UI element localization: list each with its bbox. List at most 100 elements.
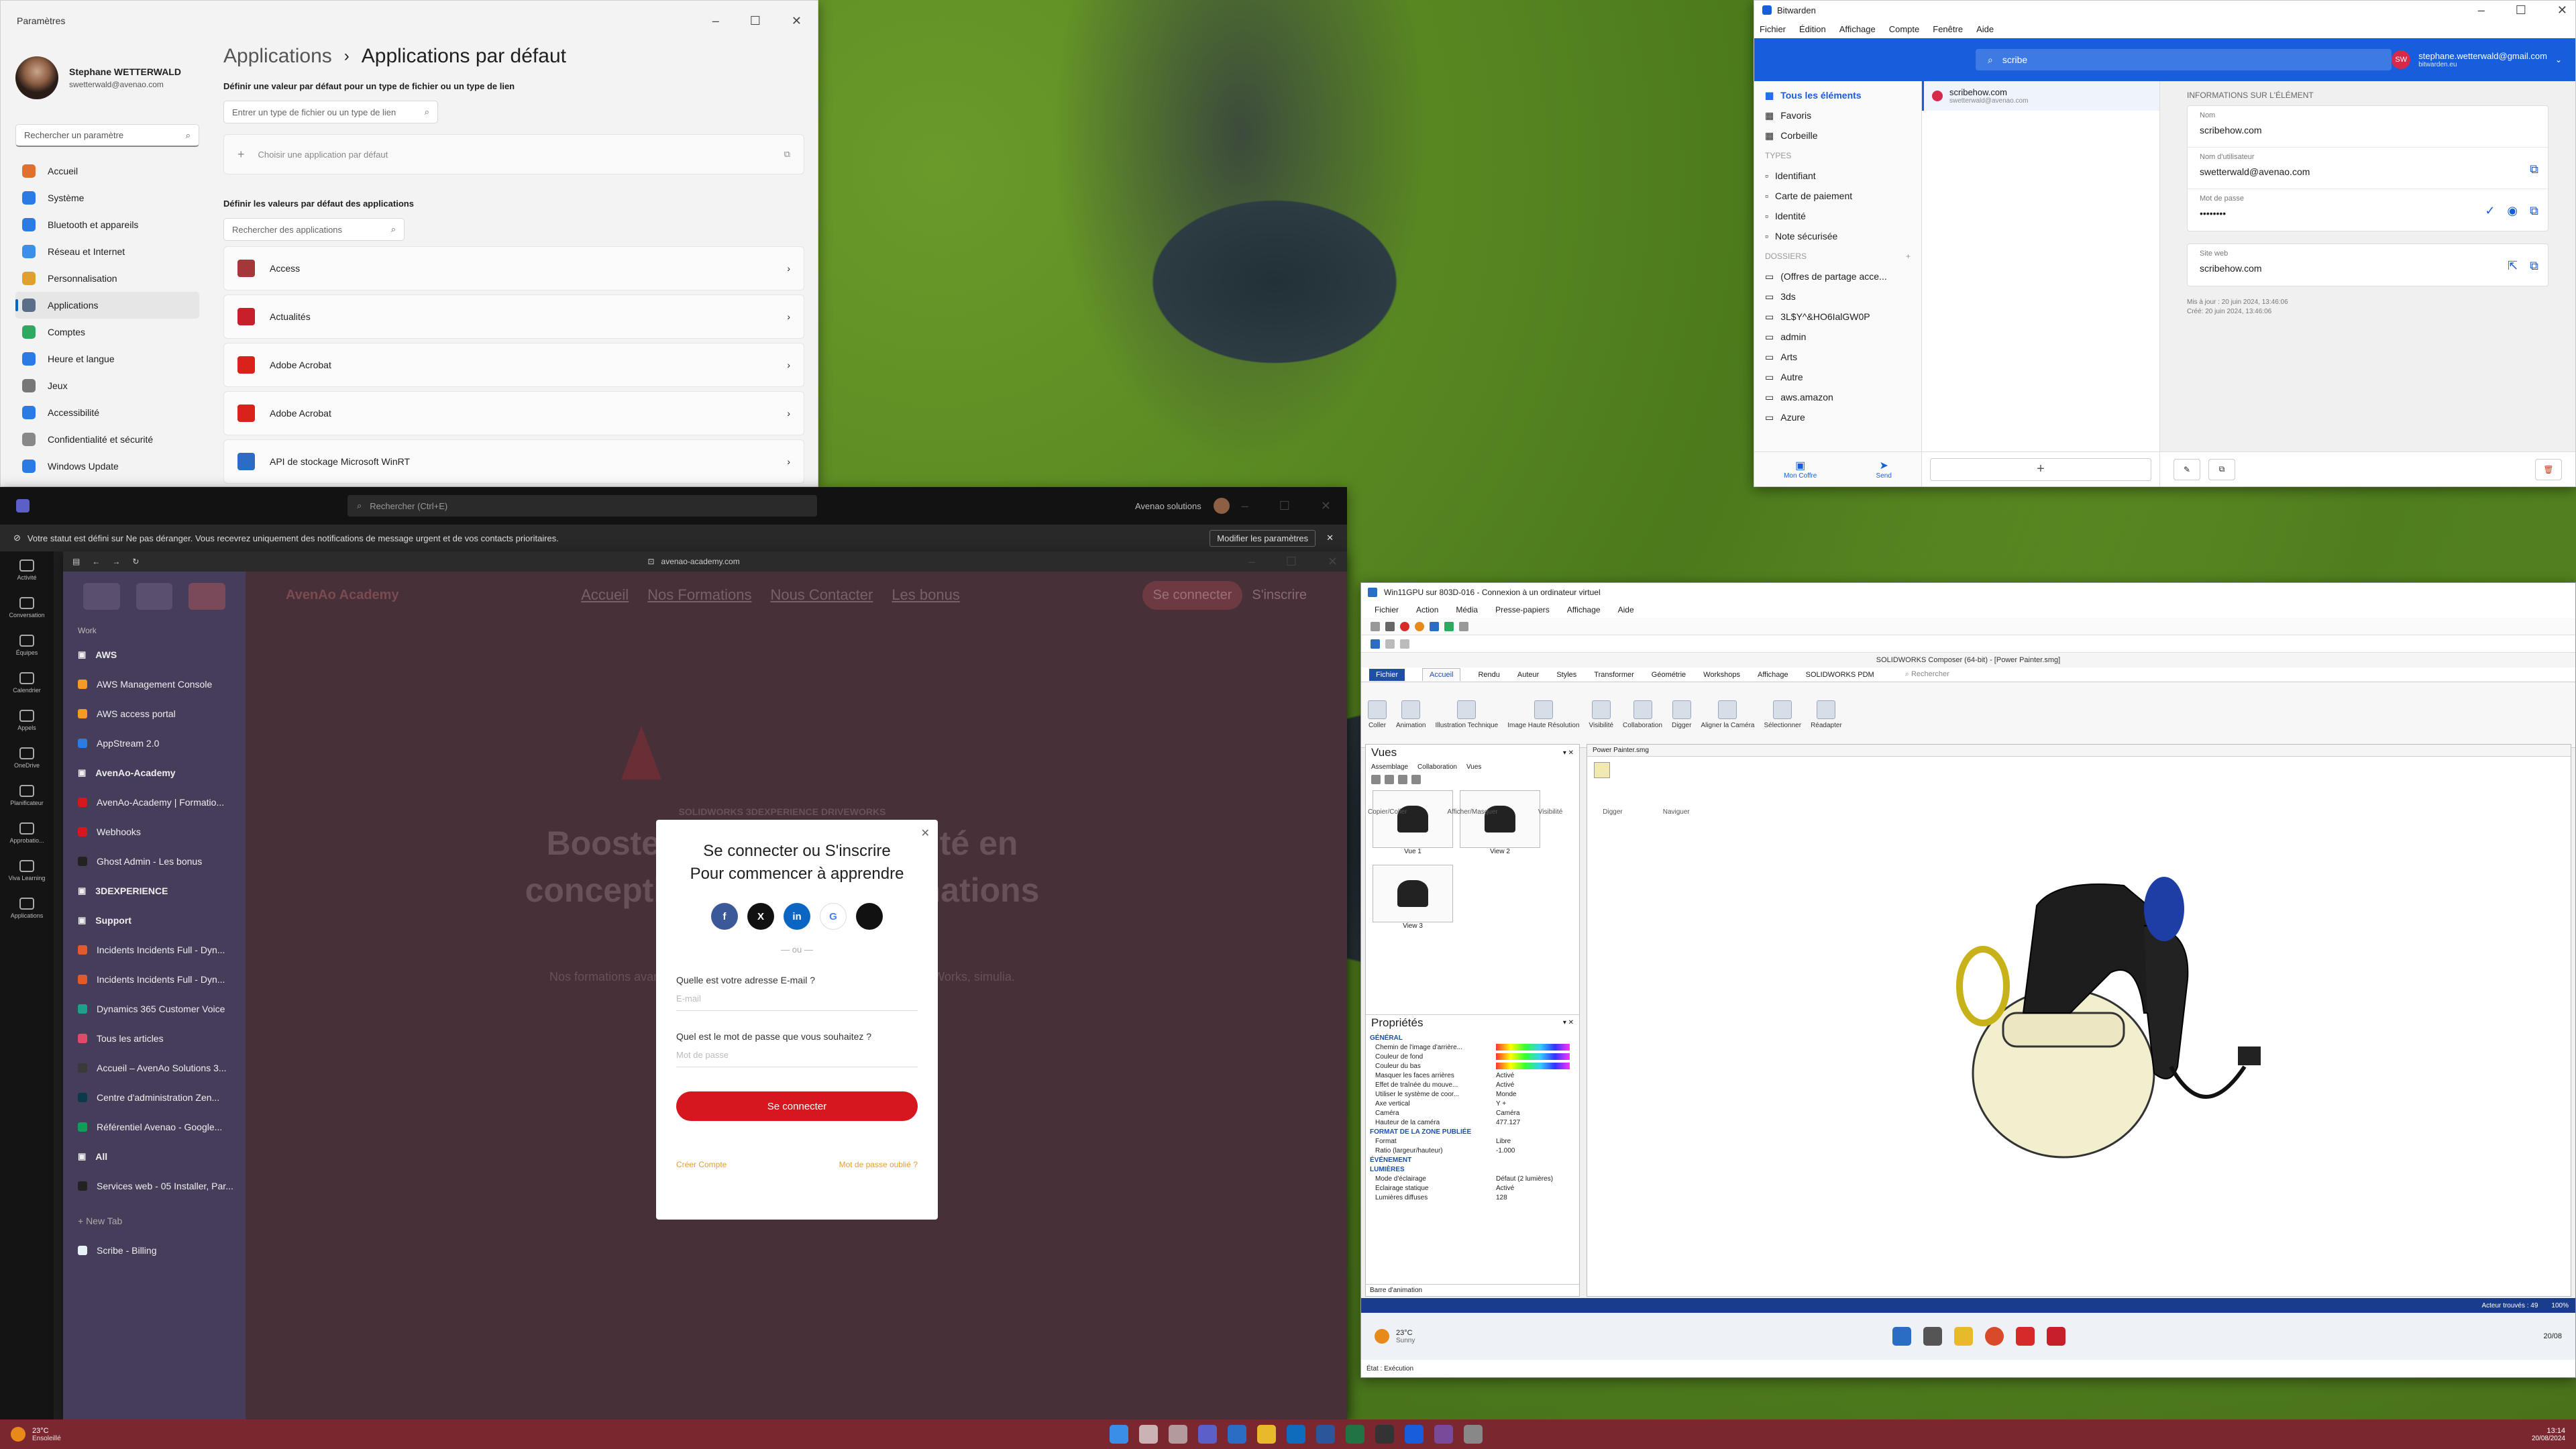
panel-controls[interactable]: ▾ ✕ (1563, 1019, 1574, 1026)
bitwarden-icon[interactable] (1405, 1425, 1424, 1444)
list-item[interactable]: Webhooks (63, 817, 246, 847)
list-item[interactable]: Tous les articles (63, 1024, 246, 1053)
forward-icon[interactable]: → (112, 557, 120, 566)
toolbar-icon[interactable] (1385, 621, 1395, 631)
property-row[interactable]: Format Libre (1366, 1136, 1579, 1146)
save-icon[interactable] (1371, 639, 1380, 649)
undo-icon[interactable] (1385, 639, 1395, 649)
type-item[interactable]: ▫ Identifiant (1754, 166, 1921, 186)
minimize-icon[interactable]: – (712, 14, 719, 28)
property-row[interactable]: Effet de traînée du mouve... Activé (1366, 1080, 1579, 1089)
vault-search-input[interactable]: ⌕ scribe (1976, 49, 2392, 70)
sidebar-item[interactable]: Applications (15, 292, 199, 319)
rail-item[interactable]: OneDrive (0, 739, 54, 777)
ribbon-tab[interactable]: Rendu (1478, 671, 1499, 679)
property-row[interactable]: Éclairage statique Activé (1366, 1183, 1579, 1193)
property-row[interactable]: Hauteur de la caméra 477.127 (1366, 1118, 1579, 1127)
workspace-label[interactable]: Work (63, 621, 246, 640)
sidebar-item[interactable]: Heure et langue (15, 345, 199, 372)
composer-icon[interactable] (2047, 1327, 2066, 1346)
start-icon[interactable] (1110, 1425, 1129, 1444)
add-item-button[interactable]: + (1930, 458, 2151, 481)
ribbon-search-input[interactable]: ⌕ Rechercher (1905, 670, 1949, 679)
folder-item[interactable]: ▭ Autre (1754, 367, 1921, 387)
arc-icon[interactable] (1434, 1425, 1454, 1444)
x-icon[interactable]: X (747, 903, 774, 930)
nav-link[interactable]: Accueil (581, 586, 629, 604)
pinned-tab[interactable] (136, 583, 173, 610)
tab-folder[interactable]: ▣ 3DEXPERIENCE (63, 876, 246, 906)
clock-time[interactable]: 13:14 (2532, 1427, 2565, 1435)
ribbon-button[interactable]: Réadapter (1811, 700, 1842, 729)
copy-icon[interactable]: ⧉ (2530, 162, 2538, 176)
ribbon-button[interactable]: Illustration Technique (1435, 700, 1498, 729)
copy-icon[interactable]: ⧉ (2530, 204, 2538, 218)
property-row[interactable]: Couleur de fond (1366, 1052, 1579, 1061)
sidebar-item[interactable]: Accueil (15, 158, 199, 184)
check-icon[interactable]: ✓ (2485, 204, 2495, 218)
linkedin-icon[interactable]: in (784, 903, 810, 930)
pinned-tab[interactable] (83, 583, 120, 610)
facebook-icon[interactable]: f (711, 903, 738, 930)
rail-item[interactable]: Conversation (0, 589, 54, 627)
ribbon-tab[interactable]: Styles (1556, 671, 1576, 679)
avatar[interactable] (1213, 498, 1230, 514)
properties-section[interactable]: GÉNÉRAL (1366, 1033, 1579, 1042)
app-row[interactable]: Access › (223, 246, 804, 290)
properties-section[interactable]: LUMIÈRES (1366, 1165, 1579, 1174)
solidworks-icon[interactable] (2016, 1327, 2035, 1346)
modify-settings-button[interactable]: Modifier les paramètres (1210, 529, 1316, 547)
menu-item[interactable]: Fichier (1760, 24, 1786, 34)
close-icon[interactable]: ✕ (792, 14, 802, 28)
file-type-input[interactable]: Entrer un type de fichier ou un type de … (223, 101, 438, 123)
rail-item[interactable]: Approbatio... (0, 814, 54, 852)
sidebar-item[interactable]: Accessibilité (15, 399, 199, 426)
submit-login-button[interactable]: Se connecter (676, 1091, 918, 1121)
ribbon-tab[interactable]: Affichage (1758, 671, 1788, 679)
header-login-button[interactable]: Se connecter (1142, 580, 1243, 610)
close-icon[interactable]: ✕ (1326, 533, 1334, 543)
maximize-icon[interactable]: ☐ (1286, 555, 1297, 569)
list-item[interactable]: AvenAo-Academy | Formatio... (63, 788, 246, 817)
redo-icon[interactable] (1400, 639, 1409, 649)
property-row[interactable]: Mode d'éclairage Défaut (2 lumières) (1366, 1174, 1579, 1183)
minimize-icon[interactable]: – (1242, 499, 1248, 513)
ribbon-button[interactable]: Image Haute Résolution (1507, 700, 1580, 729)
view-thumbnail[interactable]: View 3 (1373, 865, 1453, 930)
rail-item[interactable]: Activité (0, 551, 54, 589)
eye-icon[interactable]: ◉ (2507, 204, 2518, 218)
menu-item[interactable]: Média (1456, 605, 1478, 614)
list-item[interactable]: Centre d'administration Zen... (63, 1083, 246, 1112)
property-row[interactable]: Axe vertical Y + (1366, 1099, 1579, 1108)
list-item[interactable]: Ghost Admin - Les bonus (63, 847, 246, 876)
google-icon[interactable]: G (820, 903, 847, 930)
list-item[interactable]: Scribe - Billing (63, 1236, 246, 1265)
rail-item[interactable]: Applications (0, 890, 54, 927)
menu-item[interactable]: Édition (1799, 24, 1826, 34)
property-row[interactable]: Ratio (largeur/hauteur) -1.000 (1366, 1146, 1579, 1155)
terminal-icon[interactable] (1375, 1425, 1395, 1444)
start-icon[interactable] (1892, 1327, 1912, 1346)
play-icon[interactable] (1444, 621, 1454, 631)
plus-icon[interactable]: + (1906, 252, 1911, 261)
close-icon[interactable]: ✕ (1321, 499, 1331, 513)
header-signup-button[interactable]: S'inscrire (1252, 588, 1307, 603)
type-item[interactable]: ▫ Identité (1754, 206, 1921, 226)
file-explorer-icon[interactable] (1257, 1425, 1277, 1444)
launch-icon[interactable]: ⇱ (2508, 259, 2518, 273)
sidebar-item[interactable]: Confidentialité et sécurité (15, 426, 199, 453)
pinned-tab[interactable] (189, 583, 226, 610)
forgot-password-link[interactable]: Mot de passe oublié ? (839, 1160, 918, 1169)
rail-item[interactable]: Appels (0, 702, 54, 739)
teams-icon[interactable] (1198, 1425, 1218, 1444)
maximize-icon[interactable]: ☐ (750, 14, 761, 28)
folder-item[interactable]: ▭ (Offres de partage acce... (1754, 266, 1921, 286)
app-row[interactable]: Adobe Acrobat › (223, 391, 804, 435)
excel-icon[interactable] (1346, 1425, 1365, 1444)
teams-search-input[interactable]: ⌕ Rechercher (Ctrl+E) (347, 495, 817, 517)
ribbon-tab[interactable]: Accueil (1422, 668, 1461, 681)
zoom-level[interactable]: 100% (2551, 1302, 2569, 1309)
menu-item[interactable]: Aide (1618, 605, 1634, 614)
folder-item[interactable]: ▭ admin (1754, 327, 1921, 347)
list-item[interactable]: Accueil – AvenAo Solutions 3... (63, 1053, 246, 1083)
